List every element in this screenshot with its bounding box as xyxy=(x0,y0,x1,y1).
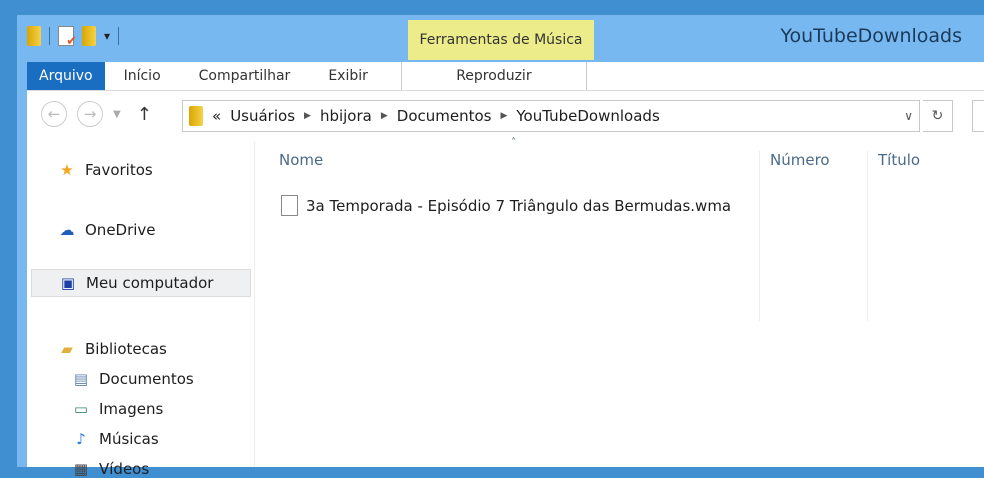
column-headers: Nome ˄ Número Título xyxy=(277,137,984,321)
folder-icon xyxy=(189,106,203,126)
overflow-crumbs[interactable]: « xyxy=(212,107,221,125)
file-icon xyxy=(281,195,298,216)
explorer-body: ← → ▼ ↑ « Usuários ▶ hbijora ▶ Documento… xyxy=(27,90,984,478)
column-titulo[interactable]: Título xyxy=(878,151,920,169)
breadcrumb-hbijora[interactable]: hbijora xyxy=(320,107,372,125)
sidebar-item-favoritos[interactable]: ★ Favoritos xyxy=(57,161,153,179)
star-icon: ★ xyxy=(60,161,74,179)
tab-inicio[interactable]: Início xyxy=(105,62,180,90)
back-button[interactable]: ← xyxy=(41,101,67,127)
sidebar-item-label: Meu computador xyxy=(86,274,214,292)
divider xyxy=(49,27,50,45)
sidebar-item-musicas[interactable]: ♪ Músicas xyxy=(71,430,159,448)
properties-icon[interactable] xyxy=(58,26,77,49)
sidebar-item-videos[interactable]: ▦ Vídeos xyxy=(71,460,149,478)
recent-locations-icon[interactable]: ▼ xyxy=(113,109,121,120)
window-title: YouTubeDownloads xyxy=(780,25,962,47)
column-divider[interactable] xyxy=(759,151,760,321)
cloud-icon: ☁ xyxy=(59,221,75,239)
customize-toolbar-icon[interactable]: ▾ xyxy=(104,29,110,43)
breadcrumb-youtubedownloads[interactable]: YouTubeDownloads xyxy=(516,107,659,125)
sidebar-item-bibliotecas[interactable]: ▰ Bibliotecas xyxy=(57,340,167,358)
music-icon: ♪ xyxy=(76,430,86,448)
new-folder-icon[interactable] xyxy=(82,26,96,46)
chevron-right-icon[interactable]: ▶ xyxy=(500,111,507,121)
breadcrumb-documentos[interactable]: Documentos xyxy=(397,107,492,125)
document-icon: ▤ xyxy=(73,370,89,388)
context-tab-group: Ferramentas de Música xyxy=(408,20,594,60)
computer-icon: ▣ xyxy=(60,274,76,292)
sort-ascending-icon: ˄ xyxy=(511,137,516,148)
chevron-right-icon[interactable]: ▶ xyxy=(381,111,388,121)
tab-arquivo[interactable]: Arquivo xyxy=(27,62,105,90)
column-divider[interactable] xyxy=(867,151,868,321)
chevron-down-icon[interactable]: ∨ xyxy=(904,109,919,123)
sidebar-item-imagens[interactable]: ▭ Imagens xyxy=(71,400,163,418)
sidebar-item-onedrive[interactable]: ☁ OneDrive xyxy=(57,221,156,239)
column-nome[interactable]: Nome xyxy=(279,151,323,169)
breadcrumb-usuarios[interactable]: Usuários xyxy=(230,107,295,125)
sidebar-item-meu-computador[interactable]: ▣ Meu computador xyxy=(31,269,251,297)
sidebar-item-label: Bibliotecas xyxy=(85,340,167,358)
sidebar-item-label: Imagens xyxy=(99,400,164,418)
ribbon-tabs: Arquivo Início Compartilhar Exibir Repro… xyxy=(27,62,984,90)
explorer-window: ▾ Ferramentas de Música YouTubeDownloads… xyxy=(17,15,984,478)
tab-compartilhar[interactable]: Compartilhar xyxy=(180,62,310,90)
file-name: 3a Temporada - Episódio 7 Triângulo das … xyxy=(306,196,732,215)
sidebar-item-documentos[interactable]: ▤ Documentos xyxy=(71,370,194,388)
navigation-pane: ★ Favoritos ☁ OneDrive ▣ Meu computador ▰ Bi… xyxy=(27,141,255,478)
sidebar-item-label: Favoritos xyxy=(85,161,153,179)
address-bar[interactable]: « Usuários ▶ hbijora ▶ Documentos ▶ YouT… xyxy=(182,100,920,132)
video-icon: ▦ xyxy=(73,460,89,478)
up-button[interactable]: ↑ xyxy=(137,104,152,125)
chevron-right-icon[interactable]: ▶ xyxy=(304,111,311,121)
library-icon: ▰ xyxy=(61,340,73,358)
refresh-button[interactable]: ↻ xyxy=(923,100,953,132)
column-numero[interactable]: Número xyxy=(770,151,830,169)
sidebar-item-label: Documentos xyxy=(99,370,194,388)
forward-button[interactable]: → xyxy=(77,101,103,127)
tab-reproduzir[interactable]: Reproduzir xyxy=(400,62,587,90)
file-row[interactable]: 3a Temporada - Episódio 7 Triângulo das … xyxy=(281,195,731,216)
sidebar-item-label: OneDrive xyxy=(85,221,156,239)
tab-exibir[interactable]: Exibir xyxy=(309,62,387,90)
sidebar-item-label: Músicas xyxy=(99,430,159,448)
divider xyxy=(118,27,120,45)
sidebar-item-label: Vídeos xyxy=(99,460,150,478)
navigation-buttons: ← → ▼ ↑ xyxy=(41,101,152,127)
quick-access-toolbar: ▾ xyxy=(27,23,120,49)
folder-icon xyxy=(27,26,41,46)
image-icon: ▭ xyxy=(73,400,89,418)
search-input[interactable] xyxy=(972,100,984,132)
